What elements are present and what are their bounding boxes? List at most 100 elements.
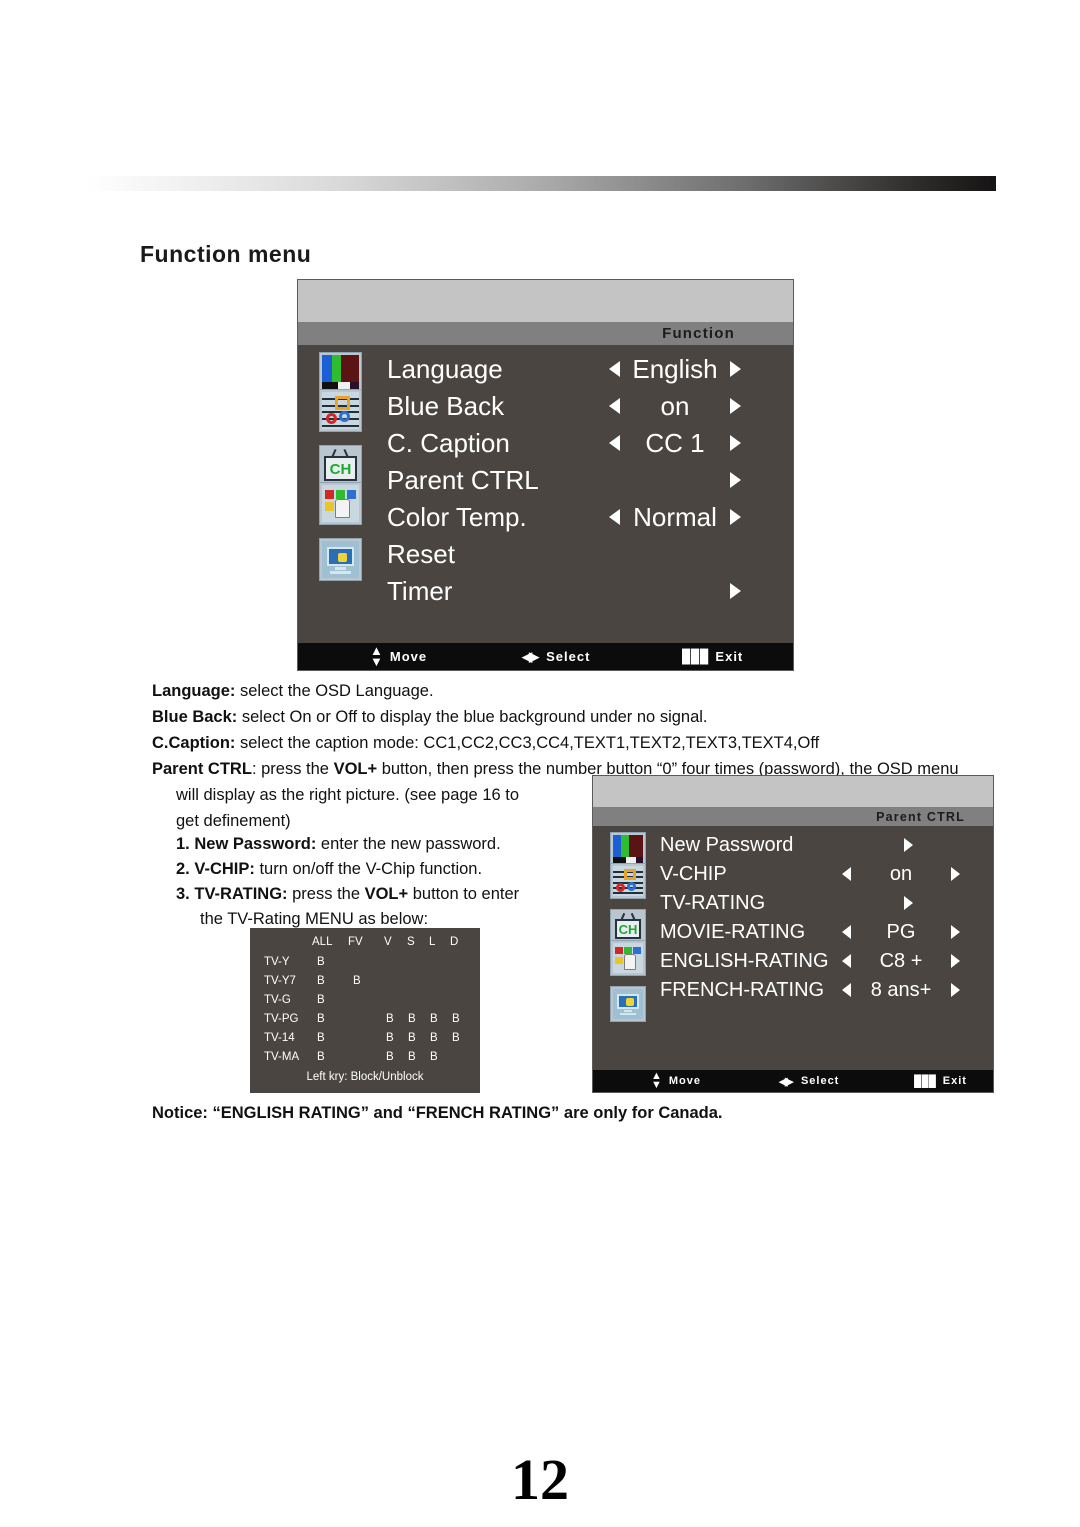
rating-cell[interactable]: B [430, 1032, 438, 1044]
rating-cell[interactable]: B [317, 956, 325, 968]
right-arrow-icon[interactable] [951, 925, 960, 939]
footer-exit[interactable]: ▊▊▊ Exit [682, 649, 743, 665]
rating-cell[interactable]: B [317, 1032, 325, 1044]
footer-move[interactable]: ▲ ▼ Move [651, 1071, 701, 1091]
menu-item-value-group[interactable] [595, 573, 755, 609]
rating-cell[interactable]: B [317, 1051, 325, 1063]
right-arrow-icon[interactable] [730, 398, 741, 414]
rating-cell[interactable]: B [430, 1051, 438, 1063]
rating-cell[interactable]: B [430, 1013, 438, 1025]
menu-item-value-group[interactable] [831, 830, 971, 860]
rating-col-header: L [429, 936, 436, 948]
left-arrow-icon[interactable] [609, 435, 620, 451]
menu-item-value-group[interactable]: English [595, 351, 755, 387]
menu-item-value-group[interactable]: on [831, 859, 971, 889]
rating-col-header: D [450, 936, 459, 948]
footer-select[interactable]: ◀▶ Select [522, 649, 590, 665]
menu-row[interactable]: Parent CTRL [298, 462, 793, 498]
menu-row[interactable]: Language English [298, 351, 793, 387]
rating-cell[interactable]: B [408, 1032, 416, 1044]
left-arrow-icon[interactable] [842, 925, 851, 939]
menu-item-label: V-CHIP [660, 862, 727, 885]
menu-item-value: 8 ans+ [870, 978, 932, 1001]
menu-item-value: PG [886, 920, 916, 943]
rating-col-header: V [384, 936, 392, 948]
desc-item-1: 1. New Password: enter the new password. [176, 831, 501, 857]
desc-item-3-vol: VOL+ [364, 885, 409, 903]
menu-item-value-group[interactable] [595, 462, 755, 498]
rating-cell[interactable]: B [386, 1051, 394, 1063]
osd-footer: ▲ ▼ Move ◀▶ Select ▊▊▊ Exit [593, 1070, 993, 1092]
left-arrow-icon[interactable] [842, 954, 851, 968]
menu-row[interactable]: C. Caption CC 1 [298, 425, 793, 461]
menu-item-value-group[interactable] [831, 888, 971, 918]
menu-row[interactable]: Color Temp. Normal [298, 499, 793, 535]
desc-parentctrl-term: Parent CTRL [152, 760, 252, 778]
menu-item-label: ENGLISH-RATING [660, 949, 829, 972]
menu-item-label: Parent CTRL [387, 464, 539, 495]
right-arrow-icon[interactable] [903, 838, 913, 852]
footer-exit[interactable]: ▊▊▊ Exit [914, 1075, 967, 1088]
menu-item-value-group[interactable]: PG [831, 917, 971, 947]
menu-item-value: CC 1 [645, 427, 705, 458]
menu-row[interactable]: V-CHIP on [593, 859, 993, 889]
left-arrow-icon[interactable] [842, 867, 851, 881]
right-arrow-icon[interactable] [730, 583, 741, 599]
rating-cell[interactable]: B [317, 975, 325, 987]
footer-move[interactable]: ▲ ▼ Move [370, 643, 427, 669]
left-arrow-icon[interactable] [609, 509, 620, 525]
rating-cell[interactable]: B [317, 1013, 325, 1025]
menu-row[interactable]: Timer [298, 573, 793, 609]
footer-select-label: Select [546, 649, 591, 664]
menu-item-value-group[interactable]: Normal [595, 499, 755, 535]
menu-row[interactable]: Blue Back on [298, 388, 793, 424]
right-arrow-icon[interactable] [730, 361, 741, 377]
rating-table-footnote: Left kry: Block/Unblock [306, 1071, 424, 1083]
desc-item-3: 3. TV-RATING: press the VOL+ button to e… [176, 881, 519, 907]
right-arrow-icon[interactable] [951, 954, 960, 968]
menu-item-value-group[interactable]: on [595, 388, 755, 424]
rating-row-label: TV-MA [264, 1051, 300, 1063]
menu-item-value-group[interactable]: 8 ans+ [831, 975, 971, 1005]
right-arrow-icon[interactable] [903, 896, 913, 910]
menu-item-label: MOVIE-RATING [660, 920, 806, 943]
menu-row[interactable]: ENGLISH-RATING C8 + [593, 946, 993, 976]
rating-cell[interactable]: B [386, 1013, 394, 1025]
menu-item-value: Normal [633, 501, 717, 532]
left-arrow-icon[interactable] [842, 983, 851, 997]
parent-ctrl-osd-panel: Parent CTRL CH New Password V-CHIP on TV… [592, 775, 994, 1093]
menu-item-label: New Password [660, 833, 794, 856]
rating-cell[interactable]: B [353, 975, 361, 987]
menu-item-label: Blue Back [387, 390, 505, 421]
menu-item-value-group[interactable]: C8 + [831, 946, 971, 976]
right-arrow-icon[interactable] [951, 867, 960, 881]
desc-language: Language: select the OSD Language. [152, 678, 434, 704]
right-arrow-icon[interactable] [951, 983, 960, 997]
left-arrow-icon[interactable] [609, 361, 620, 377]
menu-row[interactable]: New Password [593, 830, 993, 860]
rating-cell[interactable]: B [408, 1013, 416, 1025]
rating-col-header: FV [348, 936, 363, 948]
rating-cell[interactable]: B [408, 1051, 416, 1063]
right-arrow-icon[interactable] [730, 509, 741, 525]
footer-select[interactable]: ◀▶ Select [779, 1075, 839, 1088]
osd-top-band [593, 776, 993, 807]
rating-cell[interactable]: B [452, 1032, 460, 1044]
up-down-arrow-icon: ▲ ▼ [370, 643, 384, 669]
menu-row[interactable]: Reset [298, 536, 793, 572]
right-arrow-icon[interactable] [730, 435, 741, 451]
menu-item-value: C8 + [879, 949, 923, 972]
right-arrow-icon[interactable] [730, 472, 741, 488]
menu-item-value-group[interactable]: CC 1 [595, 425, 755, 461]
desc-ccaption-term: C.Caption: [152, 734, 236, 752]
rating-cell[interactable]: B [386, 1032, 394, 1044]
menu-exit-icon: ▊▊▊ [914, 1075, 937, 1088]
left-arrow-icon[interactable] [609, 398, 620, 414]
menu-row[interactable]: TV-RATING [593, 888, 993, 918]
rating-col-header: ALL [312, 936, 333, 948]
rating-cell[interactable]: B [317, 994, 325, 1006]
menu-item-label: FRENCH-RATING [660, 978, 825, 1001]
menu-row[interactable]: FRENCH-RATING 8 ans+ [593, 975, 993, 1005]
rating-cell[interactable]: B [452, 1013, 460, 1025]
menu-row[interactable]: MOVIE-RATING PG [593, 917, 993, 947]
